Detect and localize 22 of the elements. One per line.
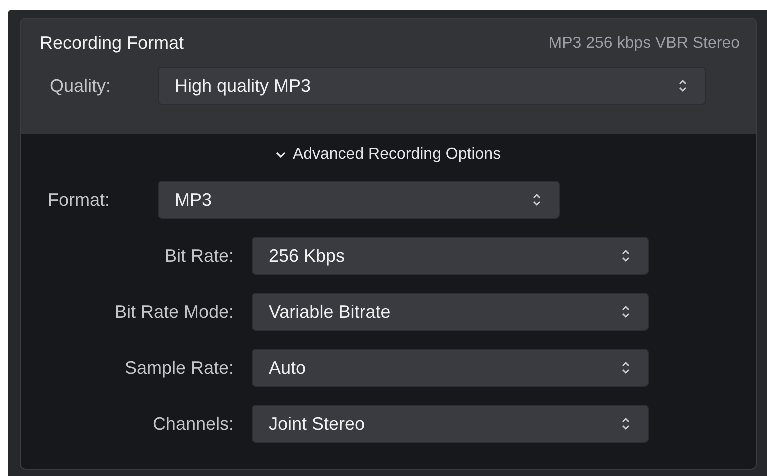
format-select[interactable]: MP3 — [158, 181, 560, 219]
option-select[interactable]: Variable Bitrate — [252, 293, 649, 331]
format-label: Format: — [48, 190, 112, 210]
option-select[interactable]: 256 Kbps — [252, 237, 649, 275]
quality-label: Quality: — [50, 76, 112, 96]
updown-icon — [679, 79, 687, 93]
updown-icon — [533, 193, 541, 207]
option-label: Channels: — [152, 414, 235, 434]
updown-icon — [622, 417, 630, 431]
advanced-options-toggle[interactable]: Advanced Recording Options — [272, 144, 506, 166]
quality-select[interactable]: High quality MP3 — [158, 67, 706, 105]
option-label: Bit Rate Mode: — [114, 302, 235, 322]
updown-icon — [622, 249, 630, 263]
format-summary: MP3 256 kbps VBR Stereo — [548, 34, 740, 54]
updown-icon — [622, 361, 630, 375]
option-label: Sample Rate: — [124, 358, 235, 378]
option-select[interactable]: Joint Stereo — [252, 405, 649, 443]
updown-icon — [622, 305, 630, 319]
section-title: Recording Format — [40, 33, 184, 54]
chevron-icon — [276, 151, 286, 159]
option-select[interactable]: Auto — [252, 349, 649, 387]
option-label: Bit Rate: — [164, 246, 235, 266]
